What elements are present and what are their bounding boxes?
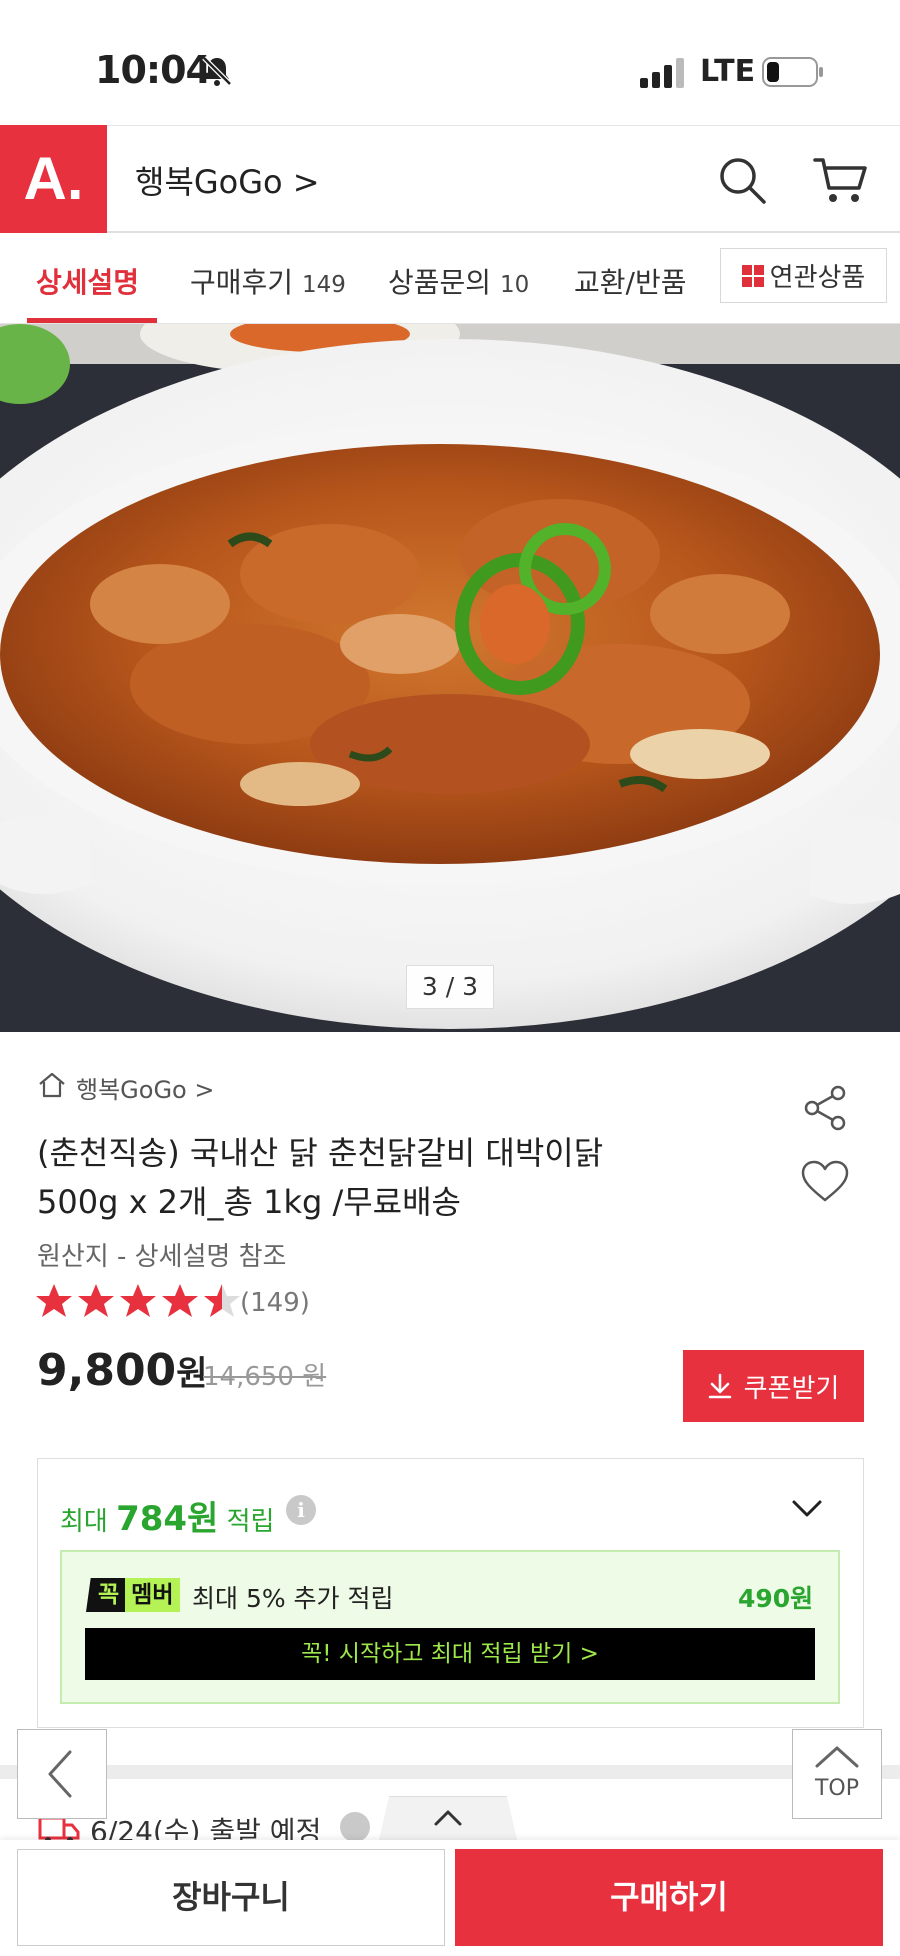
breadcrumb[interactable]: 행복GoGo >: [76, 1070, 214, 1105]
rating-stars: [35, 1283, 241, 1319]
membership-cta-button[interactable]: 꼭! 시작하고 최대 적립 받기 >: [85, 1628, 815, 1680]
home-icon: [39, 1072, 65, 1098]
bell-muted-icon: [202, 56, 232, 86]
share-icon[interactable]: [800, 1083, 850, 1133]
scroll-top-label: TOP: [814, 1776, 860, 1801]
star-icon: [78, 1284, 114, 1317]
logo[interactable]: A.: [0, 125, 107, 233]
back-button[interactable]: [17, 1729, 107, 1819]
tab-active-indicator: [27, 318, 157, 323]
membership-badge: 꼭 멤버: [86, 1578, 180, 1612]
membership-amount: 490원: [738, 1584, 814, 1613]
original-price: 14,650 원: [203, 1362, 327, 1392]
battery-icon: [762, 57, 823, 87]
star-icon: [120, 1284, 156, 1317]
tab-inquiries[interactable]: 상품문의 10: [388, 261, 529, 301]
store-link[interactable]: 행복GoGo >: [135, 157, 320, 203]
membership-text: 최대 5% 추가 적립: [192, 1584, 394, 1613]
chevron-up-icon: [434, 1810, 462, 1826]
related-products-button[interactable]: 연관상품: [720, 248, 887, 303]
buy-now-button[interactable]: 구매하기: [455, 1849, 883, 1946]
network-label: LTE: [700, 54, 756, 89]
product-image[interactable]: [0, 324, 900, 1032]
info-icon[interactable]: i: [286, 1495, 316, 1525]
chevron-down-icon[interactable]: [790, 1496, 824, 1520]
membership-box: [60, 1550, 840, 1704]
max-points: 최대 784원 적립: [60, 1499, 275, 1539]
section-divider: [0, 1765, 900, 1779]
product-title: (춘천직송) 국내산 닭 춘천닭갈비 대박이닭 500g x 2개_총 1kg …: [37, 1134, 604, 1221]
review-count[interactable]: (149): [240, 1288, 310, 1318]
grid-icon: [741, 264, 764, 287]
tab-exchange-return[interactable]: 교환/반품: [574, 261, 692, 301]
star-icon: [36, 1284, 72, 1317]
cart-icon[interactable]: [813, 154, 869, 206]
download-icon: [708, 1373, 731, 1399]
add-to-cart-button[interactable]: 장바구니: [17, 1849, 445, 1946]
image-counter: 3 / 3: [406, 965, 494, 1009]
scroll-top-button[interactable]: [792, 1729, 882, 1819]
star-icon: [162, 1284, 198, 1317]
tab-reviews[interactable]: 구매후기 149: [190, 261, 346, 301]
sale-price: 9,800원: [37, 1345, 208, 1396]
signal-icon: [640, 58, 684, 88]
search-icon[interactable]: [716, 154, 768, 206]
tab-details[interactable]: 상세설명: [36, 261, 139, 301]
star-icon: [204, 1284, 240, 1317]
chevron-left-icon: [48, 1750, 72, 1798]
shipping-info-icon[interactable]: [340, 1812, 370, 1842]
dakgalbi-photo: [0, 324, 900, 1032]
origin-label: 원산지 - 상세설명 참조: [37, 1242, 287, 1272]
heart-icon[interactable]: [800, 1160, 850, 1204]
coupon-button[interactable]: 쿠폰받기: [683, 1350, 864, 1422]
status-time: 10:04: [95, 48, 212, 92]
chevron-up-icon: [815, 1746, 859, 1768]
